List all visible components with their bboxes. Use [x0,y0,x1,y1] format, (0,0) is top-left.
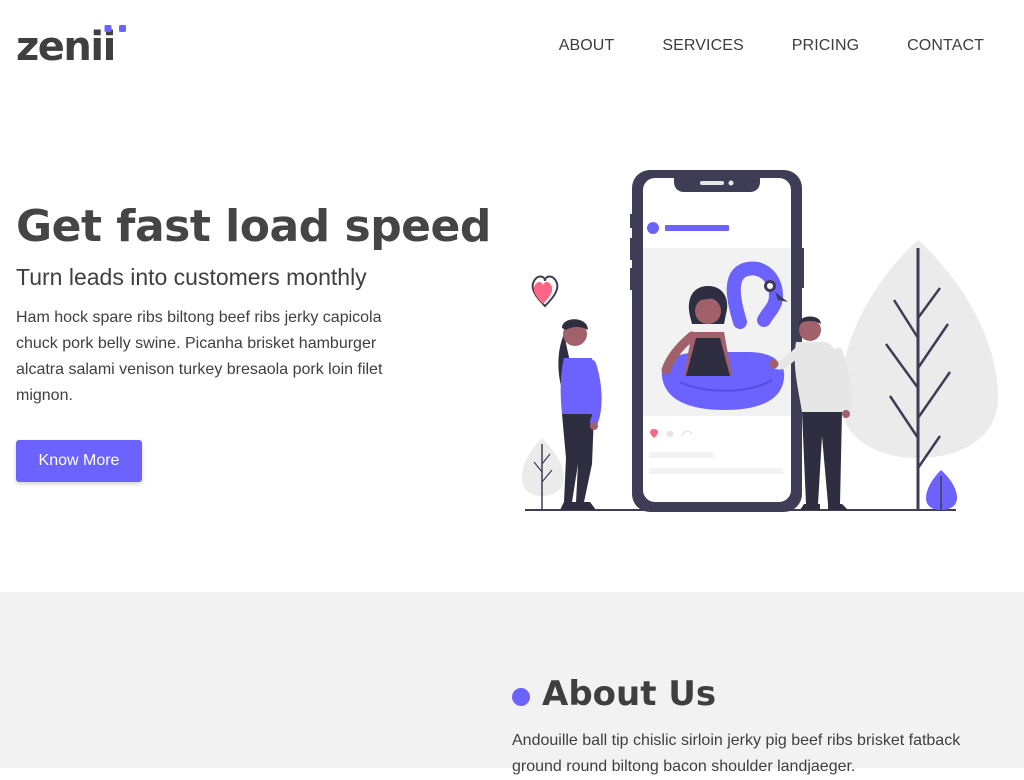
hero-description: Ham hock spare ribs biltong beef ribs je… [16,309,383,404]
heart-bubble-icon [531,275,559,308]
hero-subtitle: Turn leads into customers monthly [16,264,367,290]
svg-text:zenii: zenii [16,24,115,66]
about-title: About Us [542,674,717,714]
about-description: Andouille ball tip chislic sirloin jerky… [512,732,961,775]
nav-item-pricing[interactable]: PRICING [792,36,859,56]
main-nav: ABOUT SERVICES PRICING CONTACT [559,36,984,56]
about-section: About Us Andouille ball tip chislic sirl… [0,592,1024,775]
large-tree-icon [840,240,998,510]
standing-woman-icon [558,319,602,510]
hero-illustration [522,170,998,512]
hero-section: Get fast load speed Turn leads into cust… [0,92,1024,592]
nav-item-services[interactable]: SERVICES [662,36,743,56]
zenii-logo[interactable]: zenii [16,22,132,66]
site-header: zenii ABOUT SERVICES PRICING CONTACT [0,0,1024,92]
small-purple-leaf-icon [926,470,957,510]
nav-item-contact[interactable]: CONTACT [907,36,984,56]
bullet-dot-icon [512,688,530,706]
hero-title: Get fast load speed [16,201,491,252]
nav-item-about[interactable]: ABOUT [559,36,615,56]
know-more-button[interactable]: Know More [16,440,142,482]
small-grey-leaf-icon [522,438,564,510]
